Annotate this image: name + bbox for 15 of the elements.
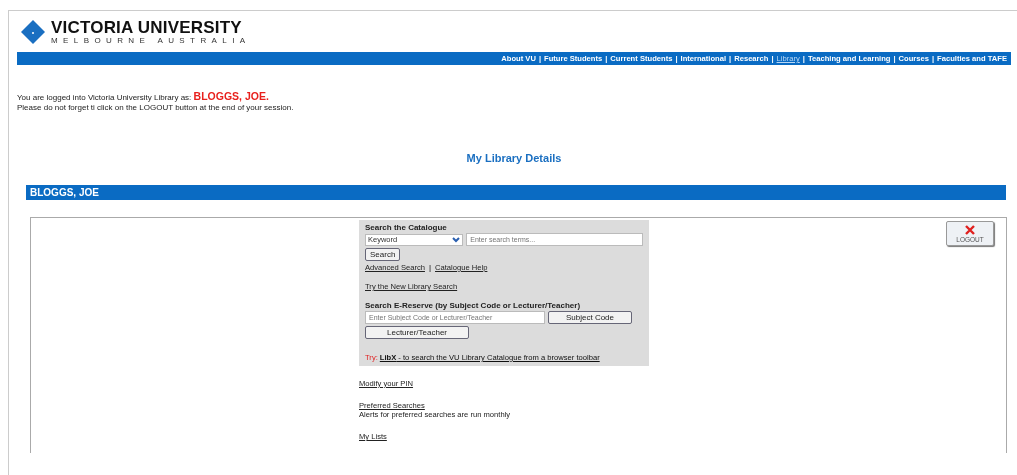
lecturer-button[interactable]: Lecturer/Teacher: [365, 326, 469, 339]
catalogue-heading: Search the Catalogue: [365, 223, 448, 232]
dropdown-icon: [452, 236, 461, 243]
ereserve-heading: Search E-Reserve (by Subject Code or Lecturer/Teacher): [365, 301, 582, 310]
page-title: My Library Details: [465, 152, 563, 164]
user-name: BLOGGS, JOE: [29, 187, 99, 198]
close-icon: [965, 224, 975, 235]
search-button[interactable]: Search: [365, 248, 401, 261]
diamond-logo-icon: [21, 20, 45, 44]
login-message: You are logged into Victoria University Library as: BLOGGS, JOE.: [17, 91, 270, 103]
university-name: VICTORIA UNIVERSITY: [51, 19, 243, 36]
university-location: MELBOURNE AUSTRALIA: [51, 37, 251, 45]
logout-reminder: Please do not forget ti click on the LOGOUT button at the end of your session.: [17, 103, 295, 113]
link-separator: |: [428, 263, 432, 272]
subject-code-button[interactable]: Subject Code: [548, 311, 632, 324]
